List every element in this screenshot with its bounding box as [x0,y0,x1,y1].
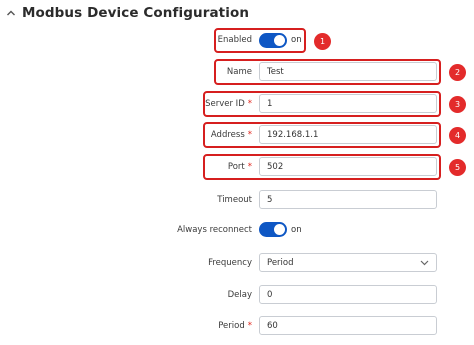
name-input[interactable]: Test [259,62,437,81]
address-input[interactable]: 192.168.1.1 [259,125,437,144]
frequency-value: Period [267,257,294,268]
always-reconnect-label: Always reconnect [177,225,252,235]
required-asterisk: * [247,130,252,140]
enabled-label: Enabled [217,35,252,45]
port-value: 502 [267,161,284,172]
toggle-knob [274,35,285,46]
chevron-down-icon [420,260,429,266]
delay-value: 0 [267,289,273,300]
period-label: Period * [218,321,252,331]
delay-input[interactable]: 0 [259,285,437,304]
frequency-select[interactable]: Period [259,253,437,272]
frequency-label: Frequency [208,258,252,268]
server-id-label: Server ID * [205,99,252,109]
modbus-device-config-panel: Modbus Device Configuration Enabled on 1… [0,0,474,345]
timeout-value: 5 [267,194,273,205]
timeout-label: Timeout [217,195,252,205]
enabled-toggle[interactable] [259,33,287,48]
required-asterisk: * [247,321,252,331]
section-header[interactable]: Modbus Device Configuration [6,2,249,24]
always-reconnect-toggle[interactable] [259,222,287,237]
server-id-input[interactable]: 1 [259,94,437,113]
enabled-state-text: on [291,35,302,45]
annotation-badge-1: 1 [314,33,331,50]
chevron-up-icon[interactable] [6,8,16,18]
period-value: 60 [267,320,278,331]
annotation-badge-2: 2 [449,64,466,81]
port-input[interactable]: 502 [259,157,437,176]
address-label: Address * [210,130,252,140]
period-input[interactable]: 60 [259,316,437,335]
annotation-badge-3: 3 [449,96,466,113]
name-label: Name [226,67,252,77]
section-title: Modbus Device Configuration [22,5,250,21]
timeout-input[interactable]: 5 [259,190,437,209]
port-label: Port * [227,162,252,172]
address-value: 192.168.1.1 [267,129,319,140]
toggle-knob [274,224,285,235]
delay-label: Delay [227,290,252,300]
server-id-value: 1 [267,98,273,109]
annotation-badge-5: 5 [449,159,466,176]
name-value: Test [267,66,284,77]
annotation-badge-4: 4 [449,127,466,144]
required-asterisk: * [247,162,252,172]
required-asterisk: * [247,99,252,109]
always-reconnect-state-text: on [291,225,302,235]
